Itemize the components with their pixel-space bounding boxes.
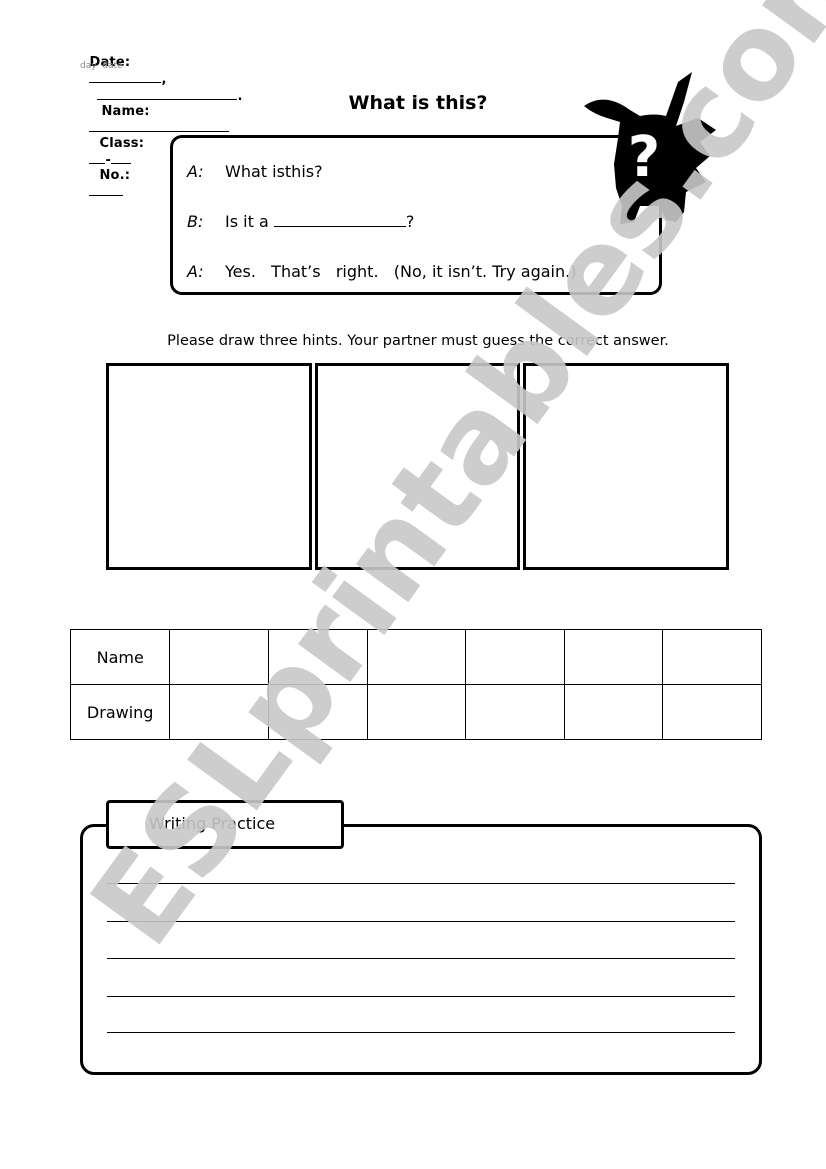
class-label: Class: [99,136,145,151]
row-label-drawing: Drawing [69,684,171,740]
question-mark-glyph: ? [628,125,660,190]
answer-blank[interactable] [273,212,406,227]
class-grade-field[interactable] [89,151,106,164]
speaker-label: B: [187,212,204,231]
name-field[interactable] [89,119,230,132]
table-row: Name [69,629,762,685]
number-field[interactable] [89,183,124,196]
table-cell[interactable] [169,629,269,685]
table-row: Drawing [69,684,762,740]
names-table: Name Drawing [69,629,762,740]
writing-line[interactable] [107,996,735,997]
hint-box-2[interactable] [314,363,521,570]
dialogue-text-end: ? [405,212,415,231]
writing-line[interactable] [107,883,735,884]
writing-line[interactable] [107,921,735,922]
writing-line[interactable] [107,958,735,959]
table-cell[interactable] [169,684,269,740]
instruction-text: Please draw three hints. Your partner mu… [167,333,669,349]
number-label: No.: [99,168,131,183]
table-cell[interactable] [465,629,565,685]
class-room-field[interactable] [111,151,132,164]
writing-practice-tab: Writing Practice [106,800,344,849]
table-cell[interactable] [662,684,762,740]
header-hints: day date [80,61,123,71]
hint-box-3[interactable] [523,363,730,570]
dialogue-text: What isthis? [225,162,323,181]
speaker-label: A: [187,262,204,281]
table-cell[interactable] [465,684,565,740]
day-hint: day [80,61,97,71]
writing-practice-label: Writing Practice [149,814,276,833]
speaker-label: A: [187,162,204,181]
table-cell[interactable] [366,684,467,740]
table-cell[interactable] [267,684,368,740]
hint-box-1[interactable] [106,363,312,570]
dialogue-text: Is it a [225,212,274,231]
table-cell[interactable] [366,629,467,685]
day-field[interactable] [89,70,162,83]
writing-practice-box [80,824,762,1075]
dialogue-line: A: What isthis? [187,162,323,181]
pikachu-silhouette-question-icon: ? [584,72,716,224]
dialogue-line: B: Is it a ? [187,212,414,231]
table-cell[interactable] [563,629,664,685]
date-hint: date [102,61,123,71]
table-cell[interactable] [662,629,762,685]
dialogue-line: A: Yes. That’s right. (No, it isn’t. Try … [187,262,576,281]
table-cell[interactable] [563,684,664,740]
comma: , [161,72,167,87]
hint-boxes [106,363,730,570]
table-cell[interactable] [267,629,368,685]
writing-line[interactable] [107,1032,735,1033]
row-label-name: Name [69,629,171,685]
dialogue-text: Yes. That’s right. (No, it isn’t. Try ag… [225,262,577,281]
